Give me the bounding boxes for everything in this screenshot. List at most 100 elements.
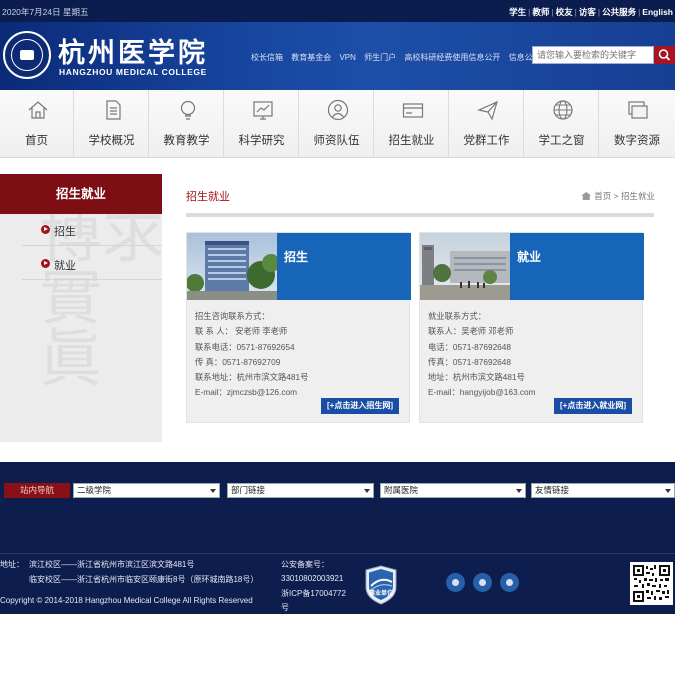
contact-line: 就业联系方式： <box>428 311 487 321</box>
top-links: 学生 | 教师 | 校友 | 访客 | 公共服务 | English <box>509 7 673 17</box>
admissions-building-photo <box>187 233 277 300</box>
page-title: 招生就业 <box>186 191 230 203</box>
employment-card-header[interactable]: 就业 <box>510 233 644 300</box>
icp-number-suffix: 号 <box>281 603 289 612</box>
contact-line: 联系人：吴老师 邓老师 <box>428 326 514 337</box>
contact-line: 招生咨询联系方式： <box>195 311 270 321</box>
paper-plane-icon <box>477 100 498 121</box>
search-button[interactable] <box>654 46 675 64</box>
window-icon <box>628 101 648 119</box>
contact-line: 联系电话：0571-87692654 <box>195 341 295 352</box>
lightbulb-icon <box>180 100 196 120</box>
employment-campus-photo <box>420 233 510 300</box>
arrow-bullet-icon <box>41 259 50 268</box>
rss-icon[interactable] <box>446 573 465 592</box>
contact-line: 传 真：0571-87692709 <box>195 356 281 367</box>
chart-icon <box>253 101 273 120</box>
college-seal-icon[interactable] <box>3 31 51 79</box>
title-divider <box>186 213 654 217</box>
station-nav-label: 站内导航 <box>4 483 70 498</box>
site-header: 杭州医学院 HANGZHOU MEDICAL COLLEGE 校长信箱 教育基金… <box>0 22 675 90</box>
select-hospitals[interactable]: 附属医院 <box>380 483 526 498</box>
nav-item-home[interactable]: 首页 <box>0 90 74 158</box>
header-link-foundation[interactable]: 教育基金会 <box>291 53 331 62</box>
nav-item-faculty[interactable]: 师资队伍 <box>300 90 374 158</box>
nav-item-label: 教育教学 <box>163 135 210 147</box>
header-link-research-funds[interactable]: 高校科研经费使用信息公开 <box>404 53 500 62</box>
qr-code-icon <box>632 564 671 603</box>
footer-divider <box>0 553 675 554</box>
sidebar-item-admissions[interactable]: 招生 <box>22 214 162 246</box>
card-icon <box>402 103 424 118</box>
nav-item-overview[interactable]: 学校概况 <box>75 90 149 158</box>
header-link-vpn[interactable]: VPN <box>339 53 355 62</box>
breadcrumb: 首页 > 招生就业 <box>581 190 655 202</box>
select-departments[interactable]: 部门链接 <box>227 483 374 498</box>
contact-line: 传真：0571-87692648 <box>428 356 512 367</box>
nav-item-label: 数字资源 <box>614 135 660 147</box>
top-link-english[interactable]: English <box>642 7 673 17</box>
sidebar-item-employment[interactable]: 就业 <box>22 248 162 280</box>
search-input[interactable] <box>532 46 654 64</box>
nav-item-party[interactable]: 党群工作 <box>450 90 524 158</box>
contact-line: 联 系 人： 安老师 李老师 <box>195 326 288 337</box>
beian-label: 公安备案号： <box>281 560 329 569</box>
nav-item-label: 学工之窗 <box>538 135 585 147</box>
shield-badge-icon <box>365 565 397 605</box>
nav-item-digital-resources[interactable]: 数字资源 <box>600 90 674 158</box>
search-app-icon[interactable] <box>500 573 519 592</box>
top-link-alumni[interactable]: 校友 <box>556 7 573 17</box>
copyright: Copyright © 2014-2018 Hangzhou Medical C… <box>0 596 253 605</box>
top-link-public-service[interactable]: 公共服务 <box>602 7 636 17</box>
logo-chinese-name[interactable]: 杭州医学院 <box>58 31 208 70</box>
nav-item-label: 科学研究 <box>238 135 285 147</box>
nav-item-education[interactable]: 教育教学 <box>150 90 224 158</box>
select-value: 附属医院 <box>384 485 419 495</box>
admissions-contact-info: 招生咨询联系方式： 联 系 人： 安老师 李老师 联系电话：0571-87692… <box>195 309 308 401</box>
contact-line: E-mail：hangyijob@163.com <box>428 387 536 398</box>
nav-item-admissions[interactable]: 招生就业 <box>375 90 449 158</box>
beian-number[interactable]: 33010802003921 <box>281 574 343 583</box>
select-colleges[interactable]: 二级学院 <box>73 483 220 498</box>
sidebar-item-label: 招生 <box>54 226 76 238</box>
sidebar-item-label: 就业 <box>54 260 76 272</box>
public-institution-badge[interactable]: 事业单位 <box>364 565 398 605</box>
address-label: 地址： <box>0 560 24 569</box>
current-date: 2020年7月24日 星期五 <box>2 7 89 17</box>
nav-item-research[interactable]: 科学研究 <box>225 90 299 158</box>
home-icon <box>28 101 48 119</box>
select-value: 部门链接 <box>231 485 266 495</box>
top-link-visitor[interactable]: 访客 <box>579 7 596 17</box>
icp-number[interactable]: 浙ICP备17004772 <box>281 588 346 599</box>
enter-employment-site-button[interactable]: [+点击进入就业网] <box>554 398 632 414</box>
contact-line: 联系地址：杭州市滨文路481号 <box>195 372 309 383</box>
android-icon[interactable] <box>473 573 492 592</box>
nav-item-student-affairs[interactable]: 学工之窗 <box>525 90 599 158</box>
breadcrumb-home[interactable]: 首页 <box>594 191 611 201</box>
select-friendly-links[interactable]: 友情链接 <box>531 483 675 498</box>
breadcrumb-separator: > <box>613 191 619 201</box>
admissions-card-header[interactable]: 招生 <box>277 233 411 300</box>
address-binjiang: 滨江校区——浙江省杭州市滨江区滨文路481号 <box>29 560 195 569</box>
top-link-teacher[interactable]: 教师 <box>532 7 549 17</box>
nav-item-label: 招生就业 <box>388 135 435 147</box>
badge-label: 事业单位 <box>368 591 393 597</box>
header-link-portal[interactable]: 师生门户 <box>364 53 396 62</box>
main-nav: 首页 学校概况 教育教学 科学研究 师资队伍 招生就业 党群工作 学工之窗 数字… <box>0 90 675 158</box>
search-box <box>532 46 675 66</box>
header-link-president-mailbox[interactable]: 校长信箱 <box>251 53 283 62</box>
employment-card: 就业 就业联系方式： 联系人：吴老师 邓老师 电话：0571-87692648 … <box>419 232 644 423</box>
nav-item-label: 首页 <box>25 135 48 147</box>
sidebar-title: 招生就业 <box>0 174 162 214</box>
contact-line: 电话：0571-87692648 <box>428 341 512 352</box>
globe-icon <box>553 100 573 120</box>
header-links: 校长信箱 教育基金会 VPN 师生门户 高校科研经费使用信息公开 信息公开 <box>251 52 547 63</box>
contact-line: E-mail：zjmczsb@126.com <box>195 387 298 398</box>
enter-admissions-site-button[interactable]: [+点击进入招生网] <box>321 398 399 414</box>
top-link-student[interactable]: 学生 <box>509 7 526 17</box>
document-icon <box>106 100 121 120</box>
qr-code <box>630 562 673 605</box>
dropdown-arrow-icon <box>364 489 370 493</box>
main-content: 招生就业 首页 > 招生就业 招生 招生咨询联系方式： 联 系 人： 安老师 李… <box>162 174 675 442</box>
arrow-bullet-icon <box>41 225 50 234</box>
